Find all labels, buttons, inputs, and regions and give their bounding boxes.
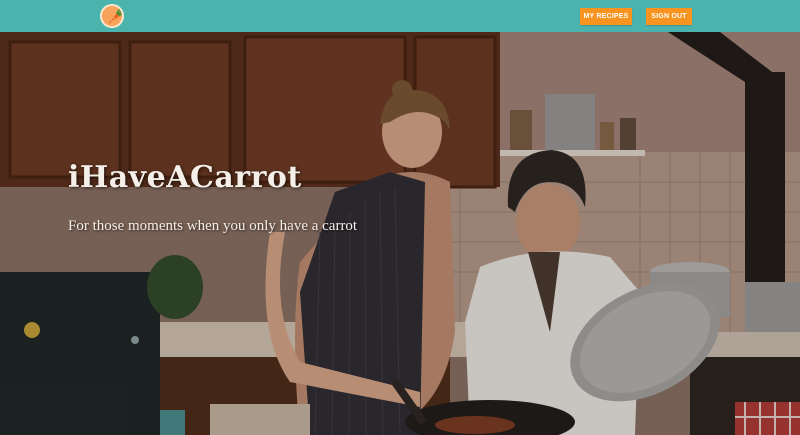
hero-subtitle: For those moments when you only have a c… xyxy=(68,218,358,234)
top-navbar: MY RECIPES SIGN OUT xyxy=(0,0,800,32)
hero-title: iHaveACarrot xyxy=(68,160,302,195)
my-recipes-button[interactable]: MY RECIPES xyxy=(580,8,632,25)
sign-out-button[interactable]: SIGN OUT xyxy=(646,8,692,25)
carrot-logo-icon[interactable] xyxy=(100,4,124,28)
hero-banner: iHaveACarrot For those moments when you … xyxy=(0,32,800,435)
